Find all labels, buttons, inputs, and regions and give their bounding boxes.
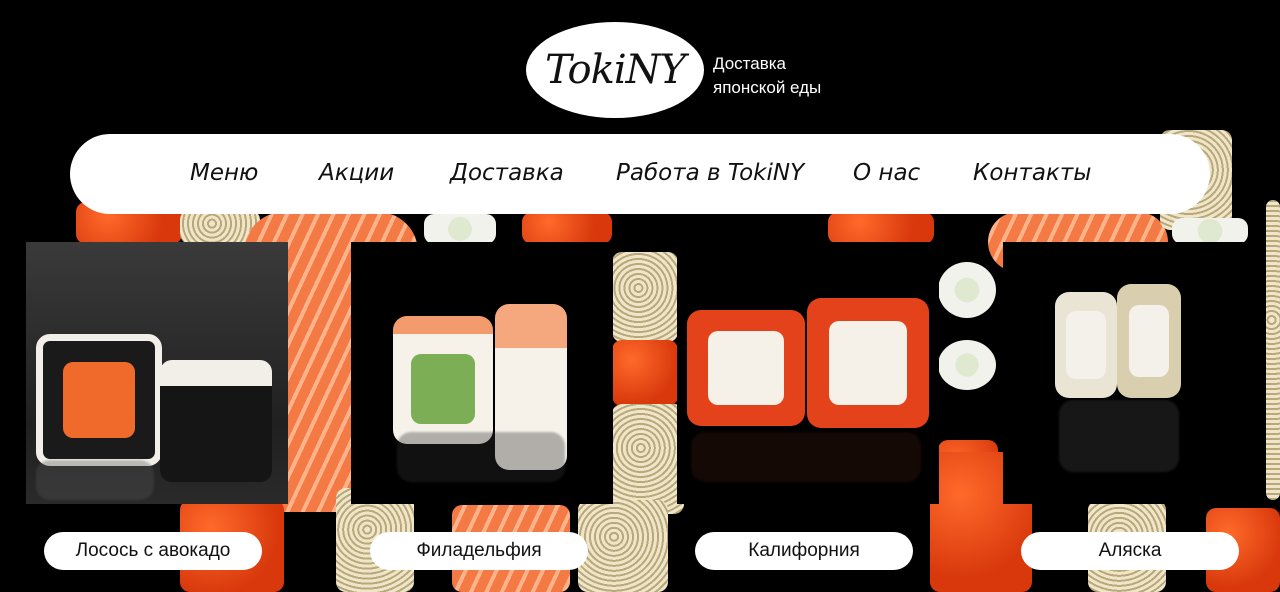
nav-item-delivery[interactable]: Доставка	[450, 160, 564, 186]
brand-logo[interactable]: TokiNY	[526, 22, 704, 118]
product-photo	[26, 242, 288, 504]
product-card-salmon-avocado[interactable]	[26, 242, 288, 504]
product-photo	[351, 242, 613, 504]
product-label-california[interactable]: Калифорния	[695, 532, 913, 570]
tagline-line-1: Доставка	[713, 54, 787, 73]
nav-item-contacts[interactable]: Контакты	[973, 160, 1091, 186]
product-label-alaska[interactable]: Аляска	[1021, 532, 1239, 570]
product-photo	[1003, 242, 1265, 504]
nav-item-careers[interactable]: Работа в TokiNY	[616, 160, 804, 186]
product-photo	[677, 242, 939, 504]
nav-item-promotions[interactable]: Акции	[319, 160, 394, 186]
brand-tagline: Доставка японской еды	[713, 52, 883, 100]
product-label-philadelphia[interactable]: Филадельфия	[370, 532, 588, 570]
nav-item-menu[interactable]: Меню	[190, 160, 258, 186]
product-card-california[interactable]	[677, 242, 939, 504]
main-navigation: Меню Акции Доставка Работа в TokiNY О на…	[70, 134, 1210, 214]
tagline-line-2: японской еды	[713, 78, 822, 97]
product-card-alaska[interactable]	[1003, 242, 1265, 504]
logo-text: TokiNY	[544, 47, 686, 93]
product-card-philadelphia[interactable]	[351, 242, 613, 504]
product-label-salmon-avocado[interactable]: Лосось с авокадо	[44, 532, 262, 570]
nav-item-about[interactable]: О нас	[853, 160, 920, 186]
